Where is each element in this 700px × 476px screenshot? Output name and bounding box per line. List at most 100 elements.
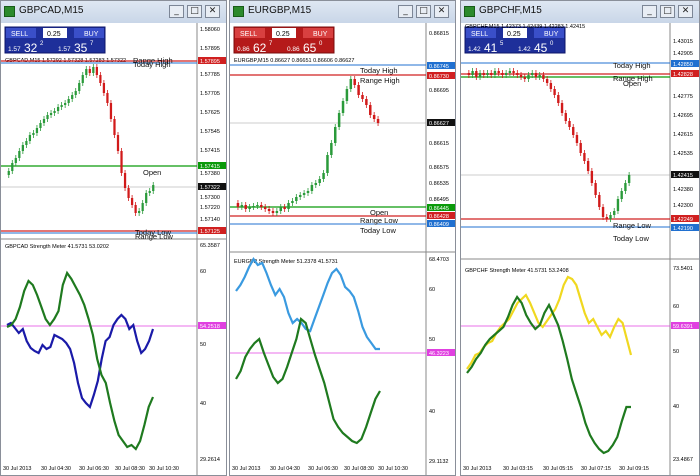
candle-body bbox=[372, 115, 376, 119]
restore-button[interactable]: □ bbox=[660, 5, 675, 18]
chart-window-gbpcad[interactable]: GBPCAD,M15 _ □ ✕ SELL BUY 0.25 1.57 32 2… bbox=[0, 0, 227, 476]
price-tick: 1.57300 bbox=[200, 195, 220, 201]
price-tick: 1.42775 bbox=[673, 94, 693, 100]
price-badge-text: 1.42828 bbox=[673, 72, 693, 78]
time-axis: 30 Jul 2013 30 Jul 03:15 30 Jul 05:15 30… bbox=[463, 466, 649, 472]
price-badge-text: 1.42249 bbox=[673, 217, 693, 223]
time-tick: 30 Jul 2013 bbox=[463, 466, 491, 472]
candle-body bbox=[60, 105, 63, 107]
minimize-button[interactable]: _ bbox=[169, 5, 184, 18]
window-titlebar[interactable]: GBPCHF,M15 _ □ ✕ bbox=[461, 1, 699, 24]
time-tick: 30 Jul 08:30 bbox=[115, 466, 145, 472]
candle-body bbox=[601, 207, 605, 217]
price-badge-text: 1.57415 bbox=[200, 164, 220, 170]
candle-body bbox=[512, 71, 515, 73]
window-title: GBPCAD,M15 bbox=[19, 5, 84, 16]
meter-badge-text: 59.6391 bbox=[673, 324, 693, 330]
strength-meter-info: GBPCHF Strength Meter 41.5731 53.2408 bbox=[465, 268, 569, 274]
candle-body bbox=[306, 191, 310, 193]
ohlc-info: EURGBP,M15 0.86627 0.86651 0.86606 0.866… bbox=[234, 58, 354, 64]
sell-price-big: 41 bbox=[484, 41, 498, 55]
candle-body bbox=[267, 209, 271, 211]
price-tick: 1.43015 bbox=[673, 39, 693, 45]
candle-body bbox=[616, 199, 620, 211]
close-button[interactable]: ✕ bbox=[434, 5, 449, 18]
strength-meter-info: GBPCAD Strength Meter 41.5731 53.0202 bbox=[5, 244, 109, 250]
candle-body bbox=[627, 175, 631, 183]
level-label-range-low: Range Low bbox=[613, 221, 652, 230]
chart-window-gbpchf[interactable]: GBPCHF,M15 _ □ ✕ SELL BUY 0.25 1.42 41 5… bbox=[460, 0, 700, 476]
chart-window-eurgbp[interactable]: EURGBP,M15 _ □ ✕ SELL BUY 0.25 0.86 62 7… bbox=[229, 0, 456, 476]
one-click-trade-panel[interactable]: SELL BUY 0.25 0.86 62 7 0.86 65 0 bbox=[233, 26, 335, 55]
price-tick: 0.86695 bbox=[429, 88, 449, 94]
meter-tick: 23.4867 bbox=[673, 457, 693, 463]
level-label-open: Open bbox=[143, 168, 161, 177]
price-badge-text: 1.42415 bbox=[673, 173, 693, 179]
chart-canvas[interactable]: SELL BUY 0.25 1.57 32 2 1.57 35 7 GBPCAD… bbox=[1, 23, 226, 475]
candle-body bbox=[71, 95, 74, 99]
candle-body bbox=[240, 205, 244, 207]
price-tick: 1.42615 bbox=[673, 132, 693, 138]
sell-price-prefix: 1.57 bbox=[8, 46, 21, 53]
price-badge-text: 1.57125 bbox=[200, 229, 220, 235]
meter-badge-text: 54.2518 bbox=[200, 324, 220, 330]
candle-body bbox=[123, 173, 127, 188]
meter-tick: 73.5401 bbox=[673, 266, 693, 272]
candle-body bbox=[21, 145, 24, 151]
price-tick: 1.57545 bbox=[200, 129, 220, 135]
ohlc-info: GBPCHF,M15 1.42373 1.42439 1.42283 1.424… bbox=[465, 24, 585, 30]
candle-body bbox=[298, 195, 302, 197]
candle-body bbox=[49, 113, 53, 115]
buy-price-prefix: 1.42 bbox=[518, 46, 531, 53]
window-titlebar[interactable]: GBPCAD,M15 _ □ ✕ bbox=[1, 1, 226, 24]
minimize-button[interactable]: _ bbox=[642, 5, 657, 18]
time-tick: 30 Jul 2013 bbox=[3, 466, 31, 472]
candle-body bbox=[116, 135, 120, 151]
candle-body bbox=[113, 119, 116, 135]
chart-canvas[interactable]: SELL BUY 0.25 0.86 62 7 0.86 65 0 EURGBP… bbox=[230, 23, 455, 475]
time-tick: 30 Jul 06:30 bbox=[308, 466, 338, 472]
candle-body bbox=[42, 119, 46, 123]
candle-body bbox=[322, 173, 325, 179]
candle-body bbox=[18, 151, 21, 158]
candle-body bbox=[28, 135, 32, 141]
candle-body bbox=[353, 79, 356, 85]
price-tick: 1.57140 bbox=[200, 217, 220, 223]
chart-canvas[interactable]: SELL BUY 0.25 1.42 41 5 1.42 45 0 GBPCHF… bbox=[461, 23, 699, 475]
window-titlebar[interactable]: EURGBP,M15 _ □ ✕ bbox=[230, 1, 455, 24]
one-click-trade-panel[interactable]: SELL BUY 0.25 1.57 32 2 1.57 35 7 bbox=[4, 26, 106, 55]
close-button[interactable]: ✕ bbox=[205, 5, 220, 18]
price-tick: 0.86575 bbox=[429, 165, 449, 171]
time-axis: 30 Jul 2013 30 Jul 04:30 30 Jul 06:30 30… bbox=[3, 466, 179, 472]
restore-button[interactable]: □ bbox=[187, 5, 202, 18]
minimize-button[interactable]: _ bbox=[398, 5, 413, 18]
candle-body bbox=[330, 143, 333, 155]
level-label-today-low: Today Low bbox=[360, 226, 396, 235]
candle-body bbox=[138, 211, 141, 213]
sell-label: SELL bbox=[11, 31, 28, 38]
candle-body bbox=[283, 207, 286, 209]
price-tick: 1.57625 bbox=[200, 110, 220, 116]
candle-body bbox=[586, 161, 590, 171]
chart-icon bbox=[464, 6, 475, 17]
candle-body bbox=[88, 69, 91, 73]
buy-price-big: 35 bbox=[74, 41, 88, 55]
close-button[interactable]: ✕ bbox=[678, 5, 693, 18]
meter-tick: 65.3587 bbox=[200, 243, 220, 249]
level-label-today-high: Today High bbox=[613, 61, 651, 70]
level-label-open: Open bbox=[623, 79, 641, 88]
time-tick: 30 Jul 10:30 bbox=[149, 466, 179, 472]
time-tick: 30 Jul 06:30 bbox=[79, 466, 109, 472]
meter-tick: 60 bbox=[200, 269, 206, 275]
candle-body bbox=[314, 183, 318, 185]
meter-tick: 50 bbox=[429, 337, 435, 343]
candle-body bbox=[376, 119, 380, 123]
candle-body bbox=[85, 69, 88, 75]
price-badge-text: 0.86409 bbox=[429, 222, 449, 228]
one-click-trade-panel[interactable]: SELL BUY 0.25 1.42 41 5 1.42 45 0 bbox=[464, 26, 566, 55]
candle-body bbox=[534, 73, 538, 77]
price-badge-text: 0.86730 bbox=[429, 74, 449, 80]
candle-body bbox=[287, 203, 290, 209]
restore-button[interactable]: □ bbox=[416, 5, 431, 18]
candle-body bbox=[64, 103, 67, 105]
